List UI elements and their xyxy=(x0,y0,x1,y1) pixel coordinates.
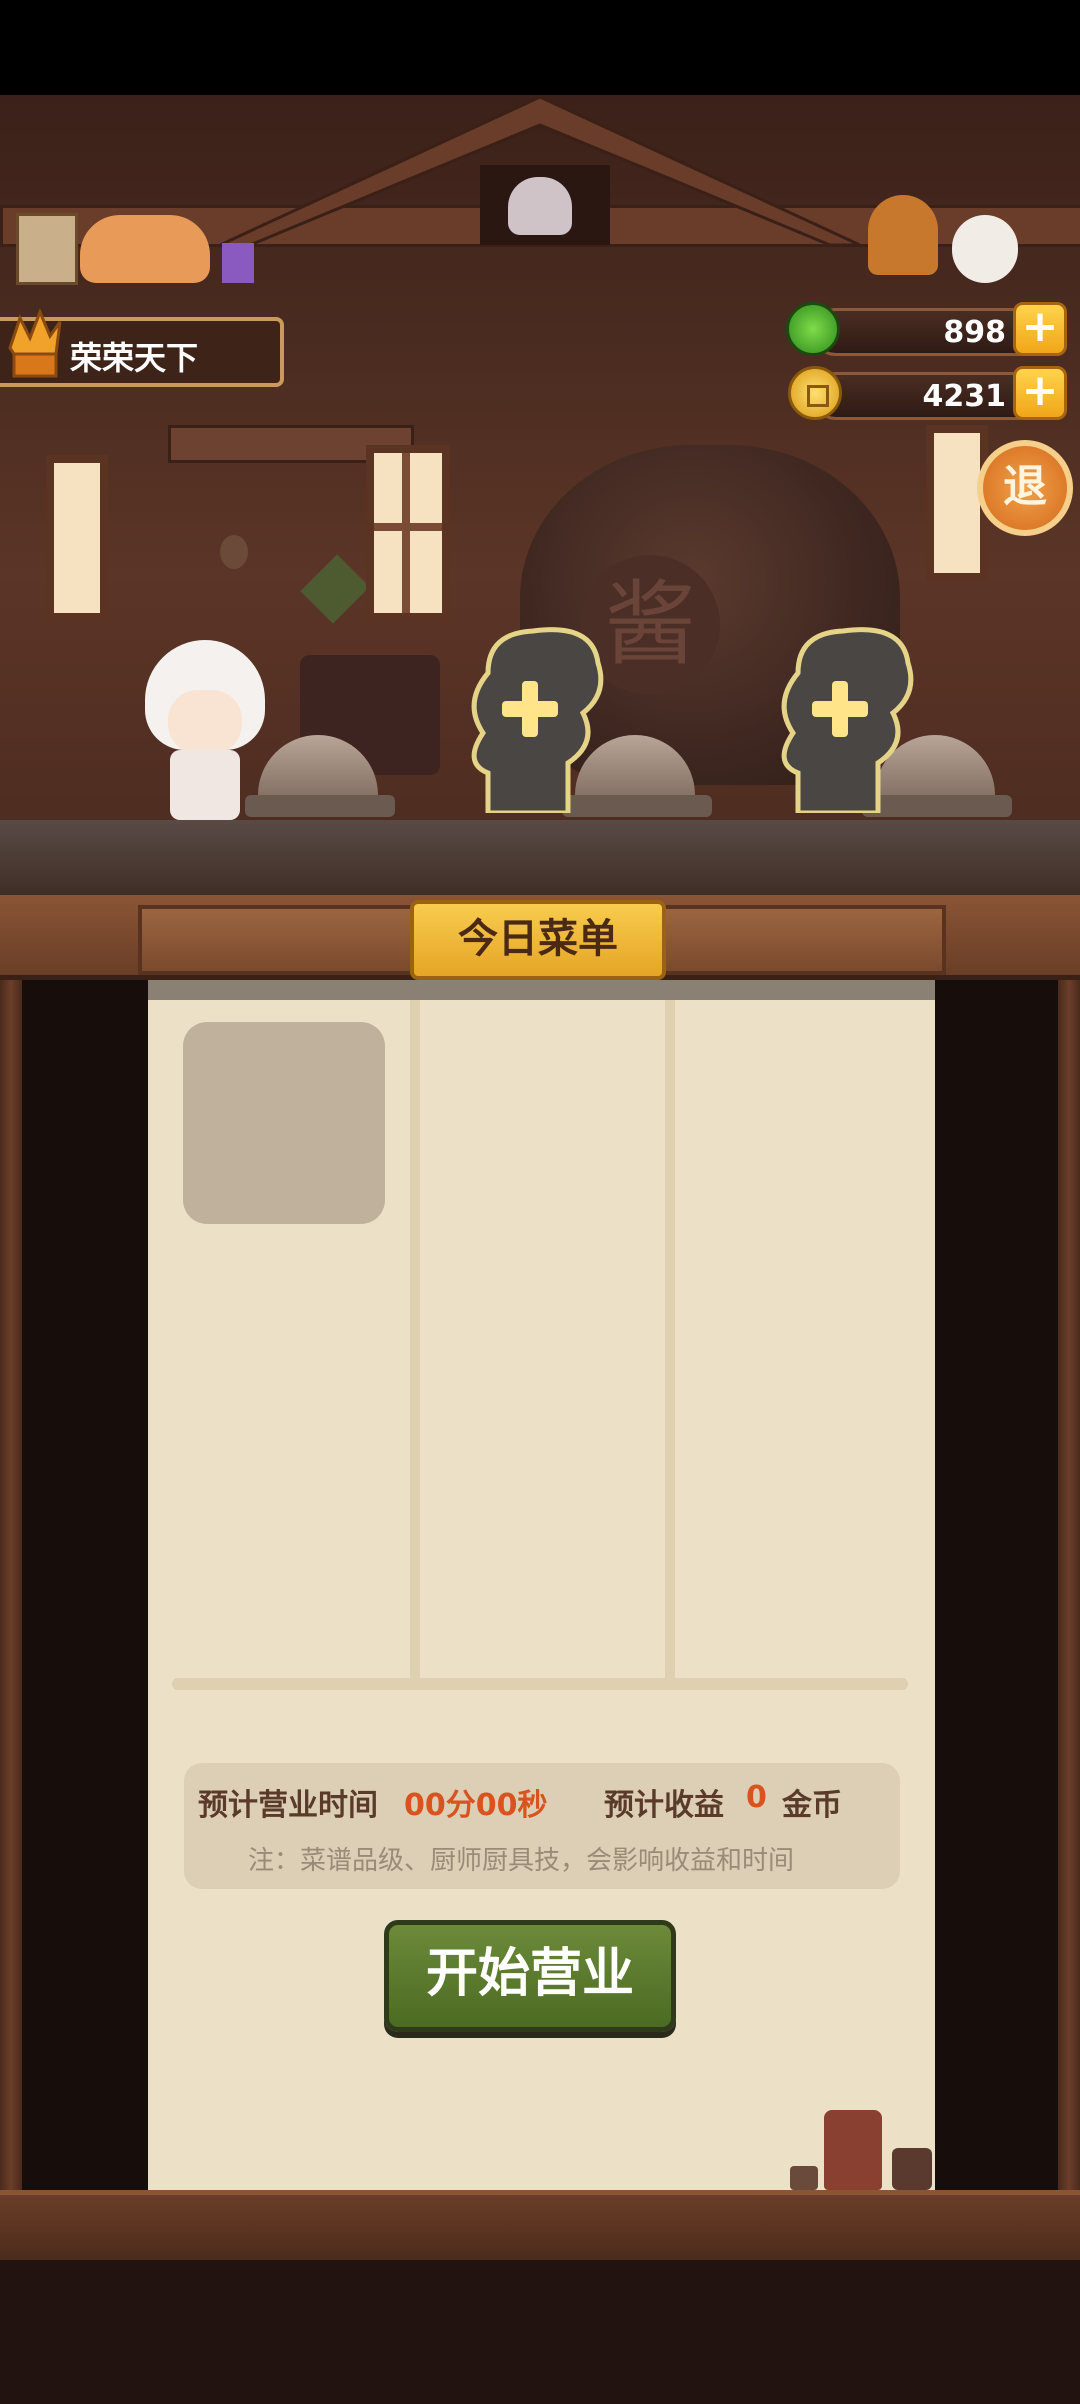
player-name: 荣荣天下 xyxy=(70,339,199,377)
board-bottom-plank xyxy=(0,2190,1080,2265)
start-business-button[interactable]: 开始营业 xyxy=(384,1920,676,2032)
estimated-time-label: 预计营业时间 xyxy=(198,1788,378,1823)
floor xyxy=(0,2260,1080,2404)
add-jade-button[interactable]: + xyxy=(1013,302,1067,356)
jade-value: 898 xyxy=(943,315,1006,350)
income-unit: 金币 xyxy=(782,1788,842,1823)
child-character xyxy=(868,195,938,275)
white-pet-character xyxy=(952,215,1018,283)
estimated-income-value: 0 xyxy=(746,1780,767,1815)
chef-slot-2[interactable] xyxy=(458,623,608,813)
add-coins-button[interactable]: + xyxy=(1013,366,1067,420)
hanging-herb xyxy=(300,554,370,624)
status-bar xyxy=(0,0,1080,95)
coin-icon xyxy=(788,366,842,420)
estimated-income-label: 预计收益 xyxy=(604,1788,724,1823)
chef-slot-3[interactable] xyxy=(768,623,918,813)
column-divider xyxy=(665,1000,675,1680)
raccoon-character xyxy=(508,177,572,235)
board-post-left xyxy=(0,960,22,2200)
paper-top-edge xyxy=(148,980,935,1000)
crown-icon xyxy=(8,308,62,378)
decor-jar xyxy=(790,2166,818,2190)
kitchen-counter xyxy=(0,820,1080,895)
shelf-bottle xyxy=(222,243,254,283)
exit-button[interactable]: 退 xyxy=(977,440,1073,536)
shelf-jar xyxy=(16,213,78,285)
window xyxy=(366,445,450,621)
decor-jar xyxy=(824,2110,882,2190)
dish-slot[interactable] xyxy=(183,1022,385,1224)
kitchen-scene: 酱 xyxy=(0,95,1080,895)
estimate-note: 注：菜谱品级、厨师厨具技，会影响收益和时间 xyxy=(248,1846,795,1876)
chef-slot-1[interactable] xyxy=(140,640,270,820)
estimated-time-value: 00分00秒 xyxy=(404,1788,548,1823)
column-divider xyxy=(410,1000,420,1680)
row-divider xyxy=(172,1678,908,1690)
hanging-hook xyxy=(220,535,248,569)
decor-jar xyxy=(892,2148,932,2190)
jade-icon xyxy=(786,302,840,356)
board-post-right xyxy=(1058,960,1080,2200)
coin-value: 4231 xyxy=(922,379,1007,414)
window xyxy=(46,455,108,621)
menu-title: 今日菜单 xyxy=(410,900,666,980)
cat-character xyxy=(80,215,210,283)
